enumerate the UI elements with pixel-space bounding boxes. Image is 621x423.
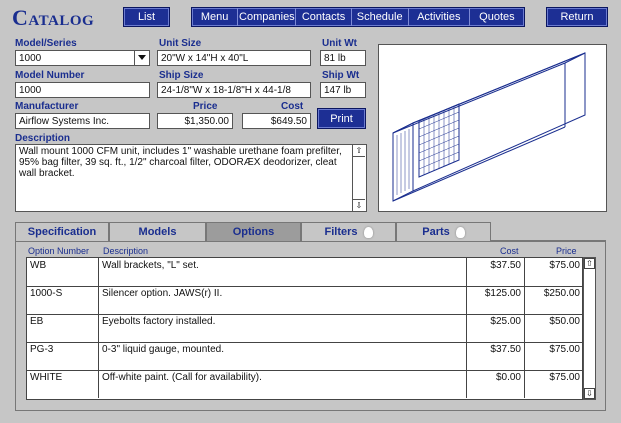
description-cell: Off-white paint. (Call for availability)… [99, 370, 467, 398]
chevron-down-icon[interactable] [134, 51, 149, 65]
manufacturer-label: Manufacturer [15, 101, 79, 112]
cost-label: Cost [281, 101, 304, 112]
model-series-value: 1000 [19, 53, 42, 64]
unit-wt-field[interactable]: 81 lb [320, 50, 366, 66]
col-price: Price [556, 246, 577, 256]
cost-cell: $125.00 [467, 286, 525, 314]
nav-quotes[interactable]: Quotes [470, 8, 524, 26]
print-button[interactable]: Print [317, 108, 366, 129]
description-cell: Silencer option. JAWS(r) II. [99, 286, 467, 314]
option-number-cell: WB [27, 258, 99, 286]
tab-parts-label: Parts [422, 226, 450, 238]
tab-options-label: Options [232, 226, 275, 238]
ship-wt-label: Ship Wt [322, 70, 360, 81]
tab-models[interactable]: Models [109, 222, 206, 241]
list-button[interactable]: List [123, 7, 170, 27]
price-cell: $75.00 [525, 258, 584, 286]
price-cell: $75.00 [525, 342, 584, 370]
tab-specification-label: Specification [27, 226, 97, 238]
nav-companies[interactable]: Companies [238, 8, 297, 26]
cost-cell: $37.50 [467, 342, 525, 370]
description-cell: Eyebolts factory installed. [99, 314, 467, 342]
col-option-number: Option Number [28, 246, 90, 256]
unit-wt-label: Unit Wt [322, 38, 357, 49]
tab-models-label: Models [138, 226, 177, 238]
model-series-label: Model/Series [15, 38, 77, 49]
col-description: Description [103, 246, 149, 256]
unit-size-field[interactable]: 20"W x 14"H x 40"L [157, 50, 311, 66]
app-title: Catalog [12, 5, 95, 30]
product-image [378, 44, 607, 212]
nav-menu[interactable]: Menu [192, 8, 239, 26]
table-row[interactable]: WHITE Off-white paint. (Call for availab… [27, 370, 584, 398]
ship-wt-field[interactable]: 147 lb [320, 82, 366, 98]
option-number-cell: 1000-S [27, 286, 99, 314]
options-table: WB Wall brackets, "L" set. $37.50 $75.00… [26, 257, 584, 400]
description-scrollbar[interactable]: ⇧ ⇩ [352, 145, 366, 211]
description-cell: Wall brackets, "L" set. [99, 258, 467, 286]
table-row[interactable]: PG-3 0-3" liquid gauge, mounted. $37.50 … [27, 342, 584, 371]
description-textarea[interactable]: Wall mount 1000 CFM unit, includes 1" wa… [15, 144, 367, 212]
model-series-select[interactable]: 1000 [15, 50, 150, 66]
table-row[interactable]: EB Eyebolts factory installed. $25.00 $5… [27, 314, 584, 343]
tab-bar: Specification Models Options Filters Par… [15, 222, 606, 241]
description-label: Description [15, 133, 71, 144]
price-cell: $250.00 [525, 286, 584, 314]
ship-size-field[interactable]: 24-1/8"W x 18-1/8"H x 44-1/8 [157, 82, 311, 98]
nav-activities[interactable]: Activities [409, 8, 470, 26]
option-number-cell: EB [27, 314, 99, 342]
price-cell: $50.00 [525, 314, 584, 342]
main-nav-bar: Menu Companies Contacts Schedule Activit… [191, 7, 525, 27]
scroll-up-icon[interactable]: ⇧ [353, 145, 365, 157]
tab-filters[interactable]: Filters [301, 222, 396, 241]
product-drawing [392, 52, 586, 202]
nav-contacts[interactable]: Contacts [296, 8, 352, 26]
model-number-label: Model Number [15, 70, 85, 81]
tab-parts[interactable]: Parts [396, 222, 491, 241]
model-number-field[interactable]: 1000 [15, 82, 150, 98]
ship-size-label: Ship Size [159, 70, 204, 81]
price-label: Price [193, 101, 218, 112]
nav-schedule[interactable]: Schedule [352, 8, 409, 26]
table-row[interactable]: 1000-S Silencer option. JAWS(r) II. $125… [27, 286, 584, 315]
cost-cell: $37.50 [467, 258, 525, 286]
tab-filters-label: Filters [324, 226, 358, 238]
lightbulb-icon [363, 226, 373, 238]
cost-cell: $0.00 [467, 370, 525, 398]
manufacturer-field[interactable]: Airflow Systems Inc. [15, 113, 150, 129]
return-button[interactable]: Return [546, 7, 608, 27]
price-cell: $75.00 [525, 370, 584, 398]
tab-bar-filler [491, 222, 606, 241]
unit-size-label: Unit Size [159, 38, 202, 49]
scroll-down-icon[interactable]: ⇩ [584, 388, 595, 399]
option-number-cell: WHITE [27, 370, 99, 398]
scroll-up-icon[interactable]: ⇧ [584, 258, 595, 269]
description-text: Wall mount 1000 CFM unit, includes 1" wa… [19, 146, 342, 179]
cost-cell: $25.00 [467, 314, 525, 342]
option-number-cell: PG-3 [27, 342, 99, 370]
table-scrollbar[interactable]: ⇧ ⇩ [583, 257, 596, 400]
scroll-down-icon[interactable]: ⇩ [353, 199, 365, 211]
lightbulb-icon [455, 226, 465, 238]
table-row[interactable]: WB Wall brackets, "L" set. $37.50 $75.00 [27, 258, 584, 287]
cost-field[interactable]: $649.50 [242, 113, 311, 129]
tab-options[interactable]: Options [206, 222, 301, 241]
col-cost: Cost [500, 246, 519, 256]
price-field[interactable]: $1,350.00 [157, 113, 233, 129]
tab-specification[interactable]: Specification [15, 222, 109, 241]
description-cell: 0-3" liquid gauge, mounted. [99, 342, 467, 370]
